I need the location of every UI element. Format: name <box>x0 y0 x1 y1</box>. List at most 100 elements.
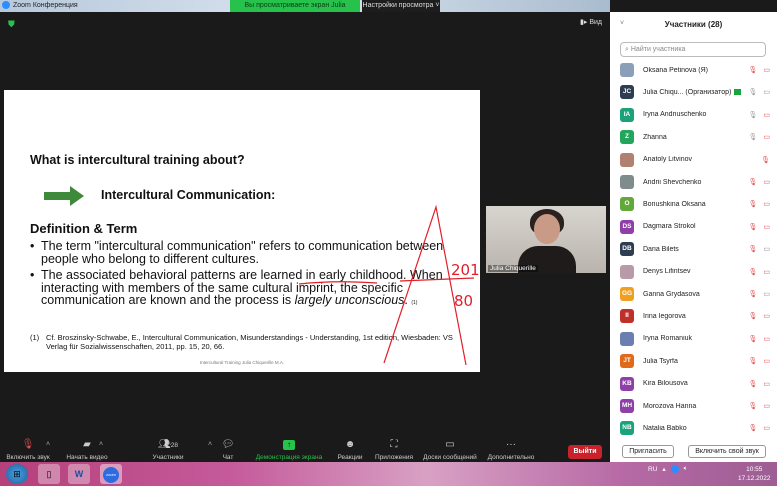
participant-row[interactable]: MH Morozova Hanna 🎙︎ ▭ <box>620 397 770 415</box>
participant-name: Zhanna <box>643 133 667 141</box>
view-settings-button[interactable]: Настройки просмотра ˅ <box>362 0 440 12</box>
share-screen-button[interactable]: ↑ Демонстрация экрана <box>252 439 326 461</box>
participant-name: Iryna Andriuschenko <box>643 111 707 119</box>
mic-muted-icon[interactable]: 🎙︎ <box>748 312 757 320</box>
zoom-logo-icon <box>2 1 10 9</box>
unmute-self-button[interactable]: Включить свой звук <box>688 445 766 458</box>
mic-muted-icon[interactable]: 🎙︎ <box>748 402 757 410</box>
chat-options-caret[interactable]: ˄ <box>208 441 212 448</box>
participant-search-input[interactable]: ⌕ Найти участника <box>620 42 766 57</box>
system-tray: RU ▴ 🔈︎ <box>648 465 688 473</box>
slide-section-heading: Definition & Term <box>30 221 138 236</box>
video-thumbnail[interactable]: Julia Chiquerille <box>486 206 606 273</box>
more-icon: ··· <box>506 439 516 450</box>
start-video-button[interactable]: ▰ Начать видео <box>62 439 112 461</box>
meeting-stage: ⛊ ▮▸ Вид What is intercultural training … <box>0 12 610 462</box>
security-shield-icon[interactable]: ⛊ <box>8 19 15 30</box>
mic-muted-icon[interactable]: 🎙︎ <box>748 200 757 208</box>
zoom-tray-icon[interactable] <box>670 465 679 473</box>
clock[interactable]: 10:55 17.12.2022 <box>738 465 771 483</box>
avatar: GG <box>620 287 634 301</box>
participant-status: 🎙︎ ▭ <box>744 133 770 141</box>
participant-status: 🎙︎ ▭ <box>744 312 770 320</box>
host-badge-icon <box>734 89 742 96</box>
leave-button[interactable]: Выйти <box>568 445 602 459</box>
participant-name: Julia Chiqu... (Организатор) <box>643 89 744 96</box>
avatar <box>620 264 634 279</box>
slide-bullet: The associated behavioral patterns are l… <box>30 269 450 310</box>
participant-row[interactable]: Z Zhanna 🎙︎ ▭ <box>620 128 770 146</box>
mic-muted-icon[interactable]: 🎙︎ <box>748 380 757 388</box>
mic-muted-icon[interactable]: 🎙︎ <box>748 335 757 343</box>
participant-row[interactable]: Iryna Romaniuk 🎙︎ ▭ <box>620 330 770 348</box>
camera-icon: ▭ <box>763 246 770 254</box>
participant-name: Ganna Grydasova <box>643 290 700 298</box>
camera-off-icon: ▭ <box>763 111 770 119</box>
mic-icon[interactable]: 🎙︎ <box>748 88 757 96</box>
participant-row[interactable]: Denys Lifintsev 🎙︎ ▭ <box>620 263 770 281</box>
word-taskbar-icon[interactable]: W <box>68 464 90 484</box>
unmute-button[interactable]: 🎙︎ Включить звук <box>4 439 52 461</box>
mic-muted-icon[interactable]: 🎙︎ <box>748 245 757 253</box>
share-screen-icon: ↑ <box>252 439 326 451</box>
mic-muted-icon[interactable]: 🎙︎ <box>761 156 770 164</box>
participants-options-caret[interactable]: ˄ <box>167 441 171 448</box>
participant-row[interactable]: II Irina Iegorova 🎙︎ ▭ <box>620 307 770 325</box>
slide-bullet: The term "intercultural communication" r… <box>30 240 450 265</box>
invite-button[interactable]: Пригласить <box>622 445 674 458</box>
participant-row[interactable]: Oksana Petinova (Я) 🎙︎ ▭ <box>620 61 770 79</box>
reactions-button[interactable]: ☻ Реакции <box>334 439 366 461</box>
mic-muted-icon[interactable]: 🎙︎ <box>748 66 757 74</box>
video-options-caret[interactable]: ˄ <box>99 441 103 448</box>
participant-row[interactable]: JC Julia Chiqu... (Организатор) 🎙︎ ▭ <box>620 83 770 101</box>
zoom-taskbar-icon[interactable]: zoom <box>100 464 122 484</box>
more-button[interactable]: ··· Дополнительно <box>484 439 538 461</box>
view-button[interactable]: ▮▸ Вид <box>580 18 602 26</box>
mic-muted-icon[interactable]: 🎙︎ <box>748 268 757 276</box>
mic-icon[interactable]: 🎙︎ <box>748 133 757 141</box>
apps-icon: ⛶ <box>390 439 398 450</box>
participant-status: 🎙︎ ▭ <box>744 357 770 365</box>
participant-row[interactable]: GG Ganna Grydasova 🎙︎ ▭ <box>620 285 770 303</box>
participant-row[interactable]: JT Julia Tsyrfa 🎙︎ ▭ <box>620 352 770 370</box>
chat-button[interactable]: 💬︎ Чат <box>214 439 242 461</box>
whiteboards-button[interactable]: ▭ Доски сообщений <box>421 439 479 461</box>
mic-muted-icon[interactable]: 🎙︎ <box>748 178 757 186</box>
volume-icon[interactable]: 🔈︎ <box>684 465 688 473</box>
participant-row[interactable]: Anatoly Litvinov 🎙︎ <box>620 151 770 169</box>
mic-muted-icon[interactable]: 🎙︎ <box>748 290 757 298</box>
camera-off-icon: ▭ <box>763 425 770 433</box>
participant-name: Irina Iegorova <box>643 312 686 320</box>
participant-name: Iryna Romaniuk <box>643 335 693 343</box>
participant-row[interactable]: Andrii Shevchenko 🎙︎ ▭ <box>620 173 770 191</box>
mic-muted-icon[interactable]: 🎙︎ <box>748 223 757 231</box>
start-button[interactable]: ⊞ <box>6 464 28 484</box>
participant-status: 🎙︎ ▭ <box>744 335 770 343</box>
panel-title: Участники (28) <box>664 20 723 29</box>
camera-off-icon: ▭ <box>763 403 770 410</box>
participant-row[interactable]: DS Dagmara Strokol 🎙︎ ▭ <box>620 218 770 236</box>
mic-muted-icon[interactable]: 🎙︎ <box>748 357 757 365</box>
annotation-bottom: 80 <box>454 292 473 310</box>
chat-icon: 💬︎ <box>221 439 235 450</box>
participant-name: Kira Bilousova <box>643 380 688 388</box>
mic-icon[interactable]: 🎙︎ <box>748 111 757 119</box>
participant-row[interactable]: NB Natalia Babko 🎙︎ ▭ <box>620 419 770 437</box>
language-indicator[interactable]: RU <box>648 466 657 473</box>
avatar <box>620 63 634 77</box>
avatar <box>620 331 634 346</box>
apps-button[interactable]: ⛶ Приложения <box>372 439 416 461</box>
participant-row[interactable]: DB Daria Bilets 🎙︎ ▭ <box>620 240 770 258</box>
participant-row[interactable]: KB Kira Bilousova 🎙︎ ▭ <box>620 375 770 393</box>
tray-expand-icon[interactable]: ▴ <box>662 465 665 473</box>
slide-footer: Intercultural Training Julia Chiquerille… <box>199 360 285 365</box>
slide-title: What is intercultural training about? <box>30 153 245 167</box>
participant-row[interactable]: IA Iryna Andriuschenko 🎙︎ ▭ <box>620 106 770 124</box>
mic-muted-icon[interactable]: 🎙︎ <box>748 424 757 432</box>
video-participant-name: Julia Chiquerille <box>488 265 538 272</box>
participant-row[interactable]: O Boriushkina Oksana 🎙︎ ▭ <box>620 195 770 213</box>
participant-name: Natalia Babko <box>643 424 687 432</box>
camera-icon: ▭ <box>763 291 770 298</box>
audio-options-caret[interactable]: ˄ <box>46 441 50 448</box>
file-taskbar-icon[interactable]: ▯ <box>38 464 60 484</box>
